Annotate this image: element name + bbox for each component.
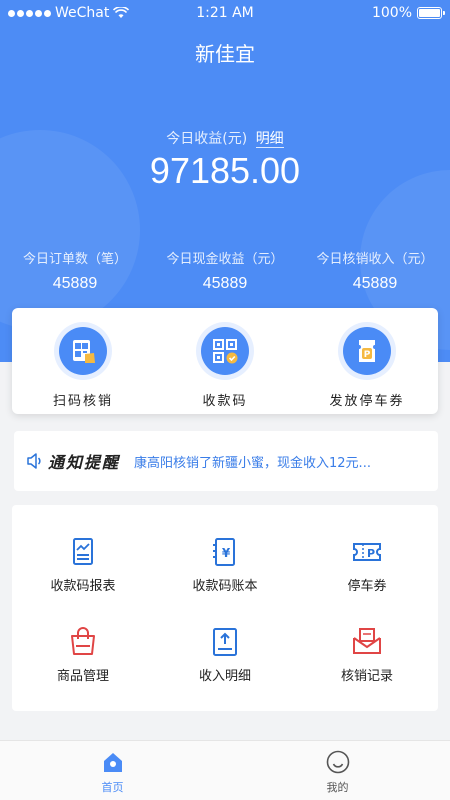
tab-home[interactable]: 首页 xyxy=(0,741,225,800)
action-label: 扫码核销 xyxy=(52,394,113,409)
action-circle: P xyxy=(343,327,391,375)
notice-bar[interactable]: 通知提醒 康高阳核销了新疆小蜜，现金收入12元... xyxy=(14,431,438,491)
status-bar: WeChat 1:21 AM 100% xyxy=(0,0,450,26)
scan-verify-button[interactable]: 扫码核销 xyxy=(12,308,154,414)
stat-orders: 今日订单数（笔） 45889 xyxy=(0,248,150,293)
action-ring: P xyxy=(338,322,396,380)
menu-grid: 收款码报表 ¥ 收款码账本 P 停车券 商品管理 收入明细 核销记录 xyxy=(12,505,438,701)
scan-verify-icon xyxy=(73,340,95,363)
notice-text[interactable]: 康高阳核销了新疆小蜜，现金收入12元... xyxy=(134,452,384,471)
speaker-icon xyxy=(27,453,41,469)
menu-label: 停车券 xyxy=(347,579,387,594)
action-circle xyxy=(201,327,249,375)
stat-value: 45889 xyxy=(352,275,398,292)
battery-icon xyxy=(417,7,445,19)
action-circle xyxy=(59,327,107,375)
page-title: 新佳宜 xyxy=(195,42,255,66)
action-label: 收款码 xyxy=(202,394,248,409)
menu-income-detail[interactable]: 收入明细 xyxy=(154,611,296,701)
smile-icon xyxy=(326,750,349,774)
stats-row: 今日订单数（笔） 45889 今日现金收益（元） 45889 今日核销收入（元）… xyxy=(0,248,450,293)
income-label-row: 今日收益(元) 明细 xyxy=(0,128,450,148)
svg-text:¥: ¥ xyxy=(222,546,231,560)
home-icon xyxy=(103,753,122,772)
issue-parking-ticket-button[interactable]: P 发放停车券 xyxy=(296,308,438,414)
action-label: 发放停车券 xyxy=(329,394,405,409)
ledger-icon: ¥ xyxy=(213,538,235,566)
action-ring xyxy=(54,322,112,380)
income-value: 97185.00 xyxy=(149,150,301,191)
parking-coupon-icon: P xyxy=(353,543,381,561)
stat-label: 今日现金收益（元） xyxy=(166,252,284,267)
svg-text:P: P xyxy=(367,547,375,560)
stat-label: 今日订单数（笔） xyxy=(22,252,127,267)
qr-code-icon xyxy=(213,339,238,364)
report-icon xyxy=(73,538,93,565)
action-ring xyxy=(196,322,254,380)
shopping-bag-icon xyxy=(71,627,95,655)
menu-parking-coupon[interactable]: P 停车券 xyxy=(296,521,438,611)
tab-bar: 首页 我的 xyxy=(0,740,450,800)
menu-label: 收入明细 xyxy=(198,669,251,684)
detail-link[interactable]: 明细 xyxy=(255,131,284,148)
menu-label: 收款码报表 xyxy=(50,579,116,594)
stat-verify: 今日核销收入（元） 45889 xyxy=(300,248,450,293)
tab-label: 我的 xyxy=(326,781,349,794)
stat-cash: 今日现金收益（元） 45889 xyxy=(150,248,300,293)
receive-qr-button[interactable]: 收款码 xyxy=(154,308,296,414)
menu-label: 商品管理 xyxy=(56,669,109,684)
menu-label: 收款码账本 xyxy=(192,579,258,594)
notice-title: 通知提醒 xyxy=(48,453,121,472)
menu-qr-ledger[interactable]: ¥ 收款码账本 xyxy=(154,521,296,611)
stat-value: 45889 xyxy=(52,275,98,292)
battery-percent: 100% xyxy=(371,5,412,21)
status-right: 100% xyxy=(371,5,445,21)
svg-text:P: P xyxy=(364,350,371,360)
tab-mine[interactable]: 我的 xyxy=(225,741,450,800)
menu-grid-card: 收款码报表 ¥ 收款码账本 P 停车券 商品管理 收入明细 核销记录 xyxy=(12,505,438,711)
stat-value: 45889 xyxy=(202,275,248,292)
income-label: 今日收益(元) xyxy=(166,131,248,147)
stat-label: 今日核销收入（元） xyxy=(316,252,434,267)
mail-record-icon xyxy=(353,628,381,654)
parking-ticket-icon: P xyxy=(359,340,375,362)
income-detail-icon xyxy=(213,628,237,656)
menu-goods-management[interactable]: 商品管理 xyxy=(12,611,154,701)
tab-label: 首页 xyxy=(101,781,124,794)
quick-actions-card: 扫码核销 收款码 P 发放停车券 xyxy=(12,308,438,414)
menu-label: 核销记录 xyxy=(340,669,393,684)
menu-verify-records[interactable]: 核销记录 xyxy=(296,611,438,701)
menu-qr-report[interactable]: 收款码报表 xyxy=(12,521,154,611)
